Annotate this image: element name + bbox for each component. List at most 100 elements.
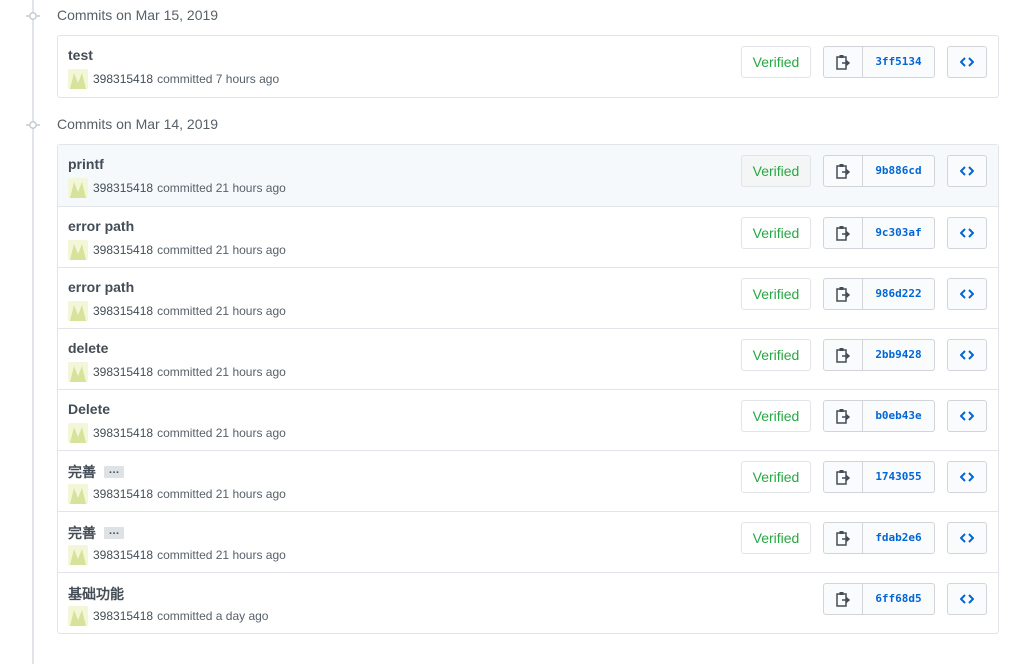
- commit-author[interactable]: 398315418: [93, 548, 153, 562]
- avatar[interactable]: [68, 240, 88, 260]
- code-icon: [960, 57, 974, 67]
- verified-badge[interactable]: Verified: [741, 461, 811, 493]
- commit-time: committed 21 hours ago: [157, 487, 286, 501]
- commit-message-link[interactable]: 基础功能: [68, 584, 124, 604]
- copy-sha-button[interactable]: [823, 461, 863, 493]
- copy-sha-button[interactable]: [823, 278, 863, 310]
- commit-row: printf 398315418 committed 21 hours ago …: [58, 145, 998, 206]
- code-icon: [960, 594, 974, 604]
- commit-time: committed 21 hours ago: [157, 243, 286, 257]
- commit-message-link[interactable]: 完善: [68, 462, 96, 482]
- commit-list: printf 398315418 committed 21 hours ago …: [57, 144, 999, 634]
- code-icon: [960, 533, 974, 543]
- copy-sha-button[interactable]: [823, 339, 863, 371]
- commit-author[interactable]: 398315418: [93, 304, 153, 318]
- copy-sha-button[interactable]: [823, 522, 863, 554]
- timeline-line: [32, 0, 34, 664]
- commit-sha-link[interactable]: b0eb43e: [863, 400, 935, 432]
- clippy-icon: [836, 164, 850, 179]
- clippy-icon: [836, 287, 850, 302]
- commit-sha-link[interactable]: 986d222: [863, 278, 935, 310]
- commit-author[interactable]: 398315418: [93, 426, 153, 440]
- browse-repo-button[interactable]: [947, 46, 987, 78]
- browse-repo-button[interactable]: [947, 339, 987, 371]
- avatar[interactable]: [68, 606, 88, 626]
- commit-time: committed 7 hours ago: [157, 72, 280, 86]
- code-icon: [960, 228, 974, 238]
- browse-repo-button[interactable]: [947, 155, 987, 187]
- clippy-icon: [836, 531, 850, 546]
- commit-row: Delete 398315418 committed 21 hours ago …: [58, 389, 998, 450]
- commit-time: committed 21 hours ago: [157, 548, 286, 562]
- clippy-icon: [836, 409, 850, 424]
- commit-message-link[interactable]: error path: [68, 218, 134, 234]
- commit-sha-link[interactable]: 3ff5134: [863, 46, 935, 78]
- commit-row: error path 398315418 committed 21 hours …: [58, 267, 998, 328]
- commit-group-header: Commits on Mar 15, 2019: [0, 0, 1023, 32]
- avatar[interactable]: [68, 362, 88, 382]
- commit-row: error path 398315418 committed 21 hours …: [58, 206, 998, 267]
- copy-sha-button[interactable]: [823, 583, 863, 615]
- copy-sha-button[interactable]: [823, 46, 863, 78]
- commit-sha-link[interactable]: 9c303af: [863, 217, 935, 249]
- commit-group-title: Commits on Mar 14, 2019: [57, 116, 219, 132]
- commit-message-link[interactable]: Delete: [68, 401, 110, 417]
- commit-author[interactable]: 398315418: [93, 609, 153, 623]
- verified-badge[interactable]: Verified: [741, 155, 811, 187]
- avatar[interactable]: [68, 69, 88, 89]
- commit-message-link[interactable]: test: [68, 47, 93, 63]
- copy-sha-button[interactable]: [823, 155, 863, 187]
- commit-time: committed 21 hours ago: [157, 181, 286, 195]
- commit-group: Commits on Mar 14, 2019 printf 398315418…: [0, 109, 1023, 634]
- verified-badge[interactable]: Verified: [741, 46, 811, 78]
- verified-badge[interactable]: Verified: [741, 522, 811, 554]
- commit-message-link[interactable]: printf: [68, 156, 104, 172]
- verified-badge[interactable]: Verified: [741, 339, 811, 371]
- copy-sha-button[interactable]: [823, 400, 863, 432]
- commit-sha-link[interactable]: 1743055: [863, 461, 935, 493]
- commit-sha-link[interactable]: 6ff68d5: [863, 583, 935, 615]
- avatar[interactable]: [68, 178, 88, 198]
- commit-sha-link[interactable]: 9b886cd: [863, 155, 935, 187]
- code-icon: [960, 411, 974, 421]
- git-commit-icon: [26, 12, 40, 20]
- commit-author[interactable]: 398315418: [93, 487, 153, 501]
- commit-author[interactable]: 398315418: [93, 365, 153, 379]
- avatar[interactable]: [68, 301, 88, 321]
- browse-repo-button[interactable]: [947, 278, 987, 310]
- clippy-icon: [836, 55, 850, 70]
- commit-sha-link[interactable]: 2bb9428: [863, 339, 935, 371]
- commit-sha-link[interactable]: fdab2e6: [863, 522, 935, 554]
- clippy-icon: [836, 470, 850, 485]
- code-icon: [960, 350, 974, 360]
- git-commit-icon: [26, 121, 40, 129]
- browse-repo-button[interactable]: [947, 522, 987, 554]
- commit-author[interactable]: 398315418: [93, 72, 153, 86]
- commit-author[interactable]: 398315418: [93, 243, 153, 257]
- expand-message-button[interactable]: …: [104, 526, 124, 539]
- clippy-icon: [836, 226, 850, 241]
- expand-message-button[interactable]: …: [104, 465, 124, 478]
- avatar[interactable]: [68, 484, 88, 504]
- commit-author[interactable]: 398315418: [93, 181, 153, 195]
- commit-time: committed 21 hours ago: [157, 365, 286, 379]
- commit-row: 完善 … 398315418 committed 21 hours ago Ve…: [58, 511, 998, 572]
- avatar[interactable]: [68, 545, 88, 565]
- verified-badge[interactable]: Verified: [741, 278, 811, 310]
- browse-repo-button[interactable]: [947, 461, 987, 493]
- commit-row: 完善 … 398315418 committed 21 hours ago Ve…: [58, 450, 998, 511]
- code-icon: [960, 166, 974, 176]
- copy-sha-button[interactable]: [823, 217, 863, 249]
- verified-badge[interactable]: Verified: [741, 400, 811, 432]
- commit-group-header: Commits on Mar 14, 2019: [0, 109, 1023, 141]
- browse-repo-button[interactable]: [947, 583, 987, 615]
- commit-message-link[interactable]: error path: [68, 279, 134, 295]
- commit-row: test 398315418 committed 7 hours ago Ver…: [58, 36, 998, 97]
- browse-repo-button[interactable]: [947, 400, 987, 432]
- verified-badge[interactable]: Verified: [741, 217, 811, 249]
- avatar[interactable]: [68, 423, 88, 443]
- browse-repo-button[interactable]: [947, 217, 987, 249]
- commit-message-link[interactable]: 完善: [68, 523, 96, 543]
- commit-message-link[interactable]: delete: [68, 340, 108, 356]
- clippy-icon: [836, 592, 850, 607]
